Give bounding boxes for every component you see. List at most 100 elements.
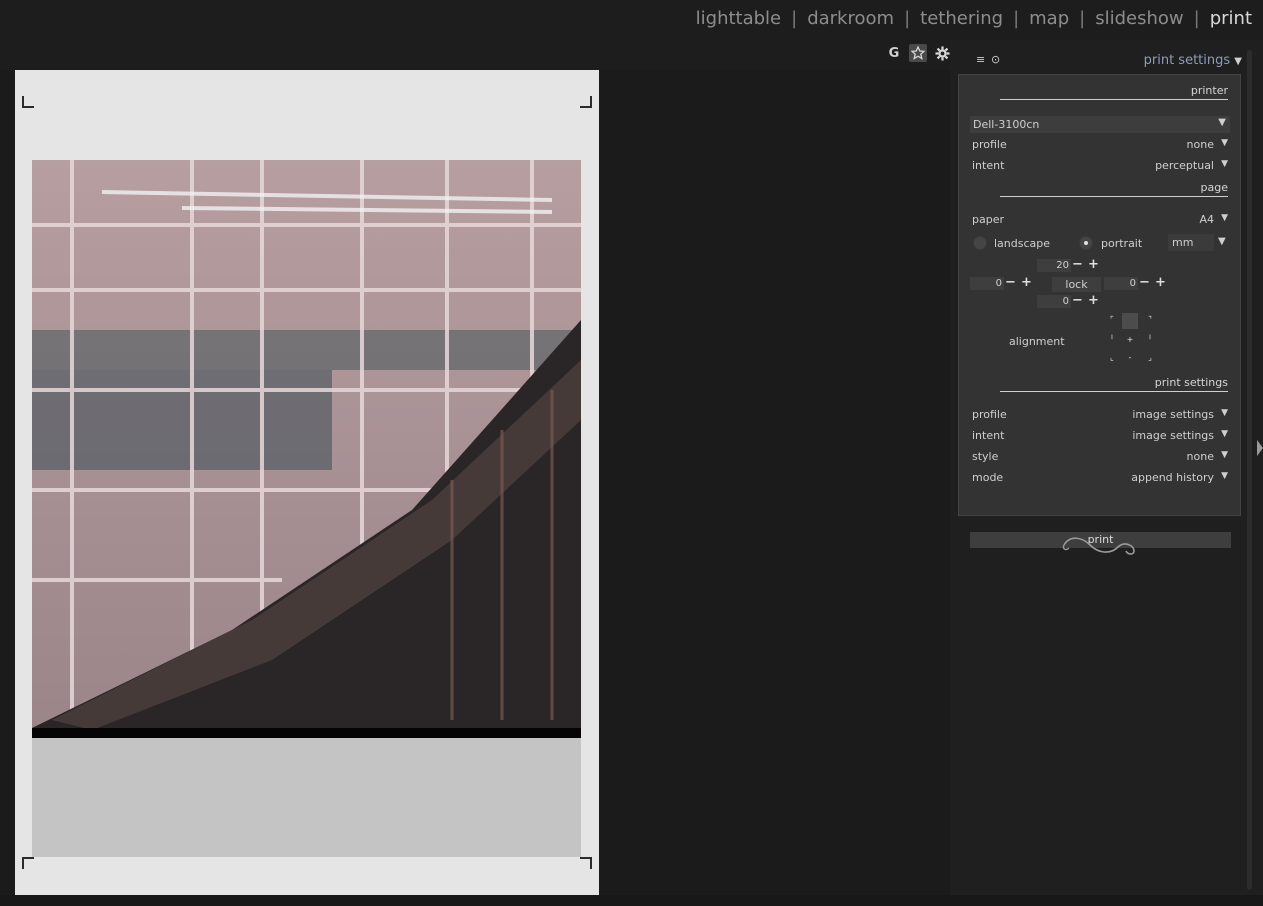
star-icon[interactable] (909, 44, 927, 62)
margin-bottom-decrease[interactable]: − (1072, 294, 1083, 307)
crop-mark-bottom-right (580, 857, 592, 869)
center-toolbar: G (885, 43, 951, 63)
align-center[interactable]: + (1125, 335, 1135, 345)
unit-dropdown[interactable]: mm (1168, 234, 1214, 251)
section-page-title: page (1200, 181, 1228, 194)
print-intent-value: image settings (1132, 429, 1214, 442)
margin-top-decrease[interactable]: − (1072, 258, 1083, 271)
view-darkroom[interactable]: darkroom (807, 8, 894, 29)
margin-left-field[interactable]: 0 (970, 277, 1004, 290)
alignment-grid: ⌜ ⌝ ╵ + ╵ ⌞ - ⌟ (1107, 313, 1157, 363)
portrait-label: portrait (1101, 237, 1143, 250)
view-slideshow[interactable]: slideshow (1095, 8, 1183, 29)
view-separator: | (904, 8, 911, 29)
align-top-right[interactable]: ⌝ (1145, 315, 1155, 325)
module-end-ornament (1060, 533, 1140, 565)
align-top-left[interactable]: ⌜ (1107, 315, 1117, 325)
lock-button[interactable]: lock (1052, 277, 1101, 292)
section-divider (1000, 391, 1228, 392)
bottom-bar (0, 895, 1263, 906)
margin-left-increase[interactable]: + (1021, 276, 1032, 289)
paper-label: paper (972, 213, 1004, 226)
margin-right-field[interactable]: 0 (1104, 277, 1138, 290)
crop-mark-top-left (22, 96, 34, 108)
landscape-label: landscape (994, 237, 1051, 250)
view-switcher: lighttable | darkroom | tethering | map | slides… (696, 8, 1252, 29)
reset-icon[interactable]: ⊙ (991, 53, 1000, 66)
margin-top-increase[interactable]: + (1088, 258, 1099, 271)
printer-intent-label: intent (972, 159, 1005, 172)
print-profile-row[interactable]: profile image settings ▼ (972, 408, 1228, 424)
print-intent-row[interactable]: intent image settings ▼ (972, 429, 1228, 445)
align-middle-left[interactable]: ╵ (1107, 335, 1117, 345)
printer-value: Dell-3100cn (973, 118, 1040, 131)
printable-area[interactable] (32, 160, 581, 857)
mode-value: append history (1131, 471, 1214, 484)
printer-intent-row[interactable]: intent perceptual ▼ (972, 159, 1228, 175)
margin-top-field[interactable]: 20 (1037, 259, 1071, 272)
collapse-arrow-icon: ▼ (1234, 56, 1242, 67)
dropdown-arrow-icon: ▼ (1221, 408, 1228, 418)
view-separator: | (1193, 8, 1200, 29)
margin-right-decrease[interactable]: − (1139, 276, 1150, 289)
right-panel: ≡ ⊙ print settings ▼ printer Dell-3100cn… (950, 40, 1263, 896)
grouping-button[interactable]: G (885, 44, 903, 62)
view-separator: | (1013, 8, 1020, 29)
section-print-settings-title: print settings (1154, 376, 1228, 389)
print-profile-value: image settings (1132, 408, 1214, 421)
mode-row[interactable]: mode append history ▼ (972, 471, 1228, 487)
paper-value: A4 (1199, 213, 1214, 226)
align-bottom-right[interactable]: ⌟ (1145, 353, 1155, 363)
print-image (32, 160, 581, 738)
print-intent-label: intent (972, 429, 1005, 442)
panel-scrollbar[interactable] (1247, 50, 1252, 890)
module-header: ≡ ⊙ print settings ▼ (950, 53, 1250, 71)
align-bottom-left[interactable]: ⌞ (1107, 353, 1117, 363)
unit-value: mm (1172, 236, 1194, 249)
presets-menu-icon[interactable]: ≡ (976, 53, 985, 66)
right-panel-toggle-icon[interactable] (1257, 440, 1263, 456)
alignment-label: alignment (1009, 335, 1065, 348)
view-separator: | (1079, 8, 1086, 29)
printer-dropdown[interactable]: Dell-3100cn ▼ (970, 116, 1230, 133)
crop-mark-top-right (580, 96, 592, 108)
dropdown-arrow-icon: ▼ (1221, 159, 1228, 169)
print-settings-module: printer Dell-3100cn ▼ profile none ▼ int… (958, 74, 1241, 548)
margin-bottom-increase[interactable]: + (1088, 294, 1099, 307)
print-center-view (0, 70, 950, 895)
section-divider (1000, 99, 1228, 100)
align-bottom-center[interactable]: - (1125, 353, 1135, 363)
dropdown-arrow-icon: ▼ (1221, 450, 1228, 460)
printer-profile-value: none (1186, 138, 1214, 151)
style-label: style (972, 450, 999, 463)
view-map[interactable]: map (1029, 8, 1069, 29)
portrait-radio[interactable] (1079, 236, 1093, 250)
dropdown-arrow-icon: ▼ (1218, 117, 1226, 128)
dropdown-arrow-icon: ▼ (1221, 213, 1228, 223)
margin-left-decrease[interactable]: − (1005, 276, 1016, 289)
mode-label: mode (972, 471, 1004, 484)
dropdown-arrow-icon: ▼ (1221, 471, 1228, 481)
paper-row[interactable]: paper A4 ▼ (972, 213, 1228, 229)
printer-profile-label: profile (972, 138, 1007, 151)
dropdown-arrow-icon: ▼ (1221, 429, 1228, 439)
view-print[interactable]: print (1210, 8, 1252, 29)
print-profile-label: profile (972, 408, 1007, 421)
section-divider (1000, 196, 1228, 197)
margin-bottom-field[interactable]: 0 (1037, 295, 1071, 308)
view-tethering[interactable]: tethering (920, 8, 1003, 29)
landscape-radio[interactable] (973, 236, 987, 250)
gear-icon[interactable] (933, 44, 951, 62)
align-middle-right[interactable]: ╵ (1145, 335, 1155, 345)
dropdown-arrow-icon: ▼ (1221, 138, 1228, 148)
dropdown-arrow-icon: ▼ (1218, 236, 1226, 247)
style-row[interactable]: style none ▼ (972, 450, 1228, 466)
crop-mark-bottom-left (22, 857, 34, 869)
top-bar: lighttable | darkroom | tethering | map | slides… (0, 0, 1263, 40)
printer-profile-row[interactable]: profile none ▼ (972, 138, 1228, 154)
align-top-center[interactable] (1122, 313, 1138, 329)
margin-right-increase[interactable]: + (1155, 276, 1166, 289)
view-lighttable[interactable]: lighttable (696, 8, 781, 29)
module-title[interactable]: print settings ▼ (1144, 53, 1242, 68)
paper-preview (15, 70, 599, 895)
